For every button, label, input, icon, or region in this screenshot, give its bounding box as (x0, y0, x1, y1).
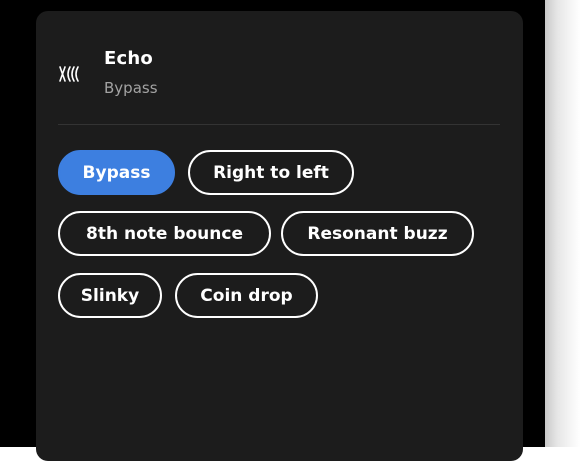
preset-chip-resonant-buzz[interactable]: Resonant buzz (281, 211, 474, 256)
preset-chip-right-to-left[interactable]: Right to left (188, 150, 354, 195)
preset-chip-8th-note-bounce[interactable]: 8th note bounce (58, 211, 271, 256)
echo-wave-icon (59, 66, 79, 82)
divider (58, 124, 500, 125)
side-shadow (545, 0, 580, 447)
effect-panel: Echo Bypass Bypass Right to left 8th not… (36, 11, 523, 461)
preset-chip-bypass[interactable]: Bypass (58, 150, 175, 195)
effect-title: Echo (104, 48, 153, 69)
preset-chip-coin-drop[interactable]: Coin drop (175, 273, 318, 318)
current-preset-label: Bypass (104, 79, 158, 97)
preset-chip-slinky[interactable]: Slinky (58, 273, 162, 318)
effect-header[interactable]: Echo Bypass (36, 11, 523, 125)
